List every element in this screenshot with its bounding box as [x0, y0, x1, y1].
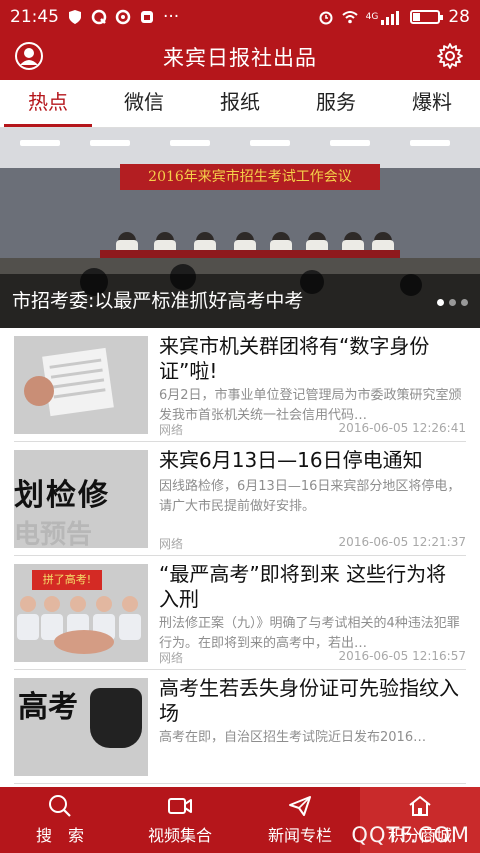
news-item[interactable]: 拼了高考! “最严高考”即将到来 这些行为将入刑 刑法修正案（九）》明确了与考试… — [14, 556, 466, 670]
banner-caption: 市招考委:以最严标准抓好高考中考 — [0, 274, 480, 328]
more-notifications-icon: ··· — [163, 7, 180, 27]
site-watermark: QQTF.COM — [351, 823, 470, 847]
news-time: 2016-06-05 12:21:37 — [338, 535, 466, 549]
nav-video-label: 视频集合 — [147, 826, 212, 845]
home-icon — [409, 796, 431, 816]
nav-search[interactable]: 搜 索 — [0, 787, 120, 853]
news-summary: 高考在即，自治区招生考试院近日发布2016… — [159, 730, 427, 745]
nav-search-label: 搜 索 — [35, 826, 84, 845]
news-summary: 6月2日，市事业单位登记管理局为市委政策研究室颁发我市首张机关统一社会信用代码… — [159, 388, 462, 423]
video-icon — [168, 798, 192, 814]
news-source: 网络 — [159, 651, 184, 665]
carousel-dot — [461, 299, 468, 306]
banner-photo-sign: 2016年来宾市招生考试工作会议 — [120, 164, 380, 190]
news-title: 来宾6月13日—16日停电通知 — [159, 448, 423, 472]
news-time: 2016-06-05 12:26:41 — [338, 421, 466, 435]
signal-icon — [381, 11, 400, 25]
search-icon — [49, 795, 71, 817]
thumbnail-text: 拼了高考! — [32, 570, 102, 590]
news-summary: 刑法修正案（九）》明确了与考试相关的4种违法犯罪行为。在即将到来的高考中，若出… — [159, 616, 460, 651]
thumbnail-text: 电预告 — [14, 520, 93, 548]
news-thumbnail: 划检修 电预告 — [14, 450, 148, 548]
nav-news-column-label: 新闻专栏 — [267, 826, 332, 845]
tab-hot[interactable]: 热点 — [0, 80, 96, 127]
battery-level: 28 — [448, 7, 470, 27]
news-item[interactable]: 划检修 电预告 来宾6月13日—16日停电通知 因线路检修，6月13日—16日来… — [14, 442, 466, 556]
news-item[interactable]: 高考 高考生若丢失身份证可先验指纹入场 高考在即，自治区招生考试院近日发布201… — [14, 670, 466, 784]
banner-photo-ceiling — [0, 128, 480, 168]
battery-icon — [410, 10, 444, 24]
alarm-icon — [319, 11, 333, 25]
status-bar: 21:45 ··· 4G 28 — [0, 0, 480, 34]
send-icon — [289, 796, 311, 816]
news-summary: 因线路检修，6月13日—16日来宾部分地区将停电，请广大市民提前做好安排。 — [159, 479, 461, 514]
news-thumbnail: 拼了高考! — [14, 564, 148, 662]
thumbnail-text: 划检修 — [14, 478, 110, 513]
tab-service[interactable]: 服务 — [288, 80, 384, 127]
notification-app-icon — [141, 11, 153, 23]
news-title: 高考生若丢失身份证可先验指纹入场 — [159, 676, 459, 725]
status-time: 21:45 — [10, 7, 59, 27]
carousel-dot-active — [437, 299, 444, 306]
news-item[interactable]: 来宾市机关群团将有“数字身份证”啦! 6月2日，市事业单位登记管理局为市委政策研… — [14, 328, 466, 442]
wifi-icon — [342, 11, 358, 24]
refresh-app-icon — [115, 9, 131, 25]
settings-gear-icon[interactable] — [436, 42, 464, 70]
news-title: 来宾市机关群团将有“数字身份证”啦! — [159, 334, 430, 383]
news-title: “最严高考”即将到来 这些行为将入刑 — [159, 562, 447, 611]
nav-news-column[interactable]: 新闻专栏 — [240, 787, 360, 853]
news-time: 2016-06-05 12:16:57 — [338, 649, 466, 663]
tab-report[interactable]: 爆料 — [384, 80, 480, 127]
news-source: 网络 — [159, 423, 184, 437]
nav-video[interactable]: 视频集合 — [120, 787, 240, 853]
category-tabs: 热点 微信 报纸 服务 爆料 — [0, 80, 480, 128]
user-avatar-icon[interactable] — [14, 41, 44, 71]
tab-wechat[interactable]: 微信 — [96, 80, 192, 127]
fist-graphic — [90, 688, 142, 748]
app-header: 来宾日报社出品 — [0, 34, 480, 80]
shield-icon — [69, 10, 81, 24]
featured-banner[interactable]: 2016年来宾市招生考试工作会议 市招考委:以最严标准抓好高考中考 — [0, 128, 480, 328]
bottom-navigation: 搜 索 视频集合 新闻专栏 积分商城 QQTF.COM — [0, 787, 480, 853]
carousel-indicator — [437, 299, 468, 306]
app-title: 来宾日报社出品 — [163, 46, 317, 70]
tab-newspaper[interactable]: 报纸 — [192, 80, 288, 127]
carousel-dot — [449, 299, 456, 306]
news-thumbnail — [14, 336, 148, 434]
news-list: 来宾市机关群团将有“数字身份证”啦! 6月2日，市事业单位登记管理局为市委政策研… — [0, 328, 480, 787]
thumbnail-text: 高考 — [18, 690, 78, 725]
network-type-label: 4G — [365, 12, 379, 22]
news-source: 网络 — [159, 537, 184, 551]
news-thumbnail: 高考 — [14, 678, 148, 776]
q-app-icon — [91, 9, 107, 25]
